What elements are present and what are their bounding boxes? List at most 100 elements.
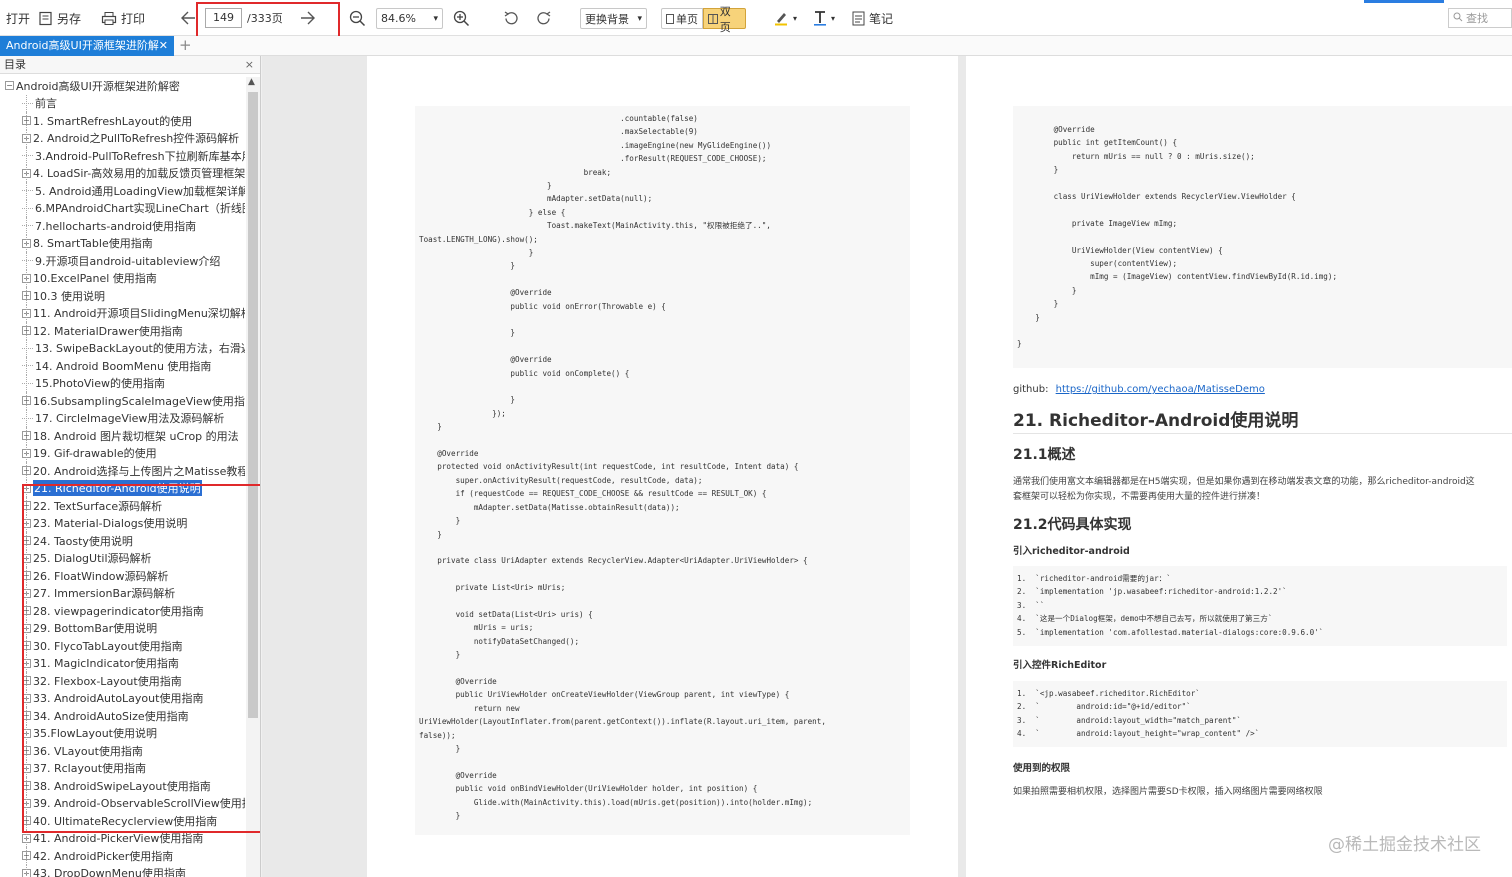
tree-line [26, 602, 27, 620]
toc-item[interactable]: 17. CircleImageView用法及源码解析 [0, 409, 245, 427]
toc-item[interactable]: +25. DialogUtil源码解析 [0, 549, 245, 567]
scroll-up-icon[interactable]: ▲ [248, 77, 255, 87]
toc-item[interactable]: +16.SubsamplingScaleImageView使用指南 [0, 392, 245, 410]
toc-item[interactable]: +20. Android选择与上传图片之Matisse教程 [0, 462, 245, 480]
toc-item[interactable]: 14. Android BoomMenu 使用指南 [0, 357, 245, 375]
toc-item[interactable]: 前言 [0, 94, 245, 112]
toc-item[interactable]: +30. FlycoTabLayout使用指南 [0, 637, 245, 655]
toc-item[interactable]: 5. Android通用LoadingView加载框架详解 [0, 182, 245, 200]
toc-root[interactable]: − Android高级UI开源框架进阶解密 [0, 77, 245, 95]
rotate-left-button[interactable] [503, 0, 520, 36]
toc-item[interactable]: +18. Android 图片裁切框架 uCrop 的用法 [0, 427, 245, 445]
toc-item[interactable]: +22. TextSurface源码解析 [0, 497, 245, 515]
toc-item[interactable]: +34. AndroidAutoSize使用指南 [0, 707, 245, 725]
github-line: github: https://github.com/yechaoa/Matis… [1013, 384, 1265, 395]
toc-item[interactable]: +40. UltimateRecyclerview使用指南 [0, 812, 245, 830]
tree-line [26, 444, 27, 462]
toc-item[interactable]: 3.Android-PullToRefresh下拉刷新库基本用 [0, 147, 245, 165]
toc-item[interactable]: +29. BottomBar使用说明 [0, 619, 245, 637]
close-tab-icon[interactable]: ✕ [159, 36, 168, 56]
zoom-in-button[interactable] [453, 0, 470, 36]
toc-item[interactable]: +27. ImmersionBar源码解析 [0, 584, 245, 602]
toc-item[interactable]: +4. LoadSir-高效易用的加载反馈页管理框架 [0, 164, 245, 182]
toc-item[interactable]: +37. Rclayout使用指南 [0, 759, 245, 777]
toc-item[interactable]: +42. AndroidPicker使用指南 [0, 847, 245, 865]
toc-item[interactable]: +12. MaterialDrawer使用指南 [0, 322, 245, 340]
double-page-button[interactable]: 双页 [703, 5, 746, 34]
toc-item[interactable]: 15.PhotoView的使用指南 [0, 374, 245, 392]
toc-item[interactable]: 6.MPAndroidChart实现LineChart（折线图) [0, 199, 245, 217]
rotate-right-button[interactable] [535, 0, 552, 36]
github-link[interactable]: https://github.com/yechaoa/MatisseDemo [1056, 384, 1265, 395]
code-line: 2. `implementation 'jp.wasabeef:richedit… [1017, 587, 1287, 597]
toc-item[interactable]: 9.开源项目android-uitableview介绍 [0, 252, 245, 270]
code-line: } [419, 328, 516, 338]
toc-item[interactable]: +10.ExcelPanel 使用指南 [0, 269, 245, 287]
code-line: @Override [419, 355, 552, 365]
prev-page-button[interactable] [180, 0, 196, 36]
single-page-button[interactable]: 单页 [661, 8, 703, 29]
toc-item[interactable]: +36. VLayout使用指南 [0, 742, 245, 760]
new-tab-button[interactable]: + [179, 36, 192, 54]
background-label: 更换背景 [585, 12, 629, 26]
toc-item[interactable]: +19. Gif-drawable的使用 [0, 444, 245, 462]
zoom-select[interactable]: 84.6% ▾ [376, 8, 443, 29]
code-line: class UriViewHolder extends RecyclerView… [1017, 192, 1296, 202]
toc-item-label: 3.Android-PullToRefresh下拉刷新库基本用 [35, 149, 245, 163]
tree-line [26, 689, 27, 707]
toc-item[interactable]: +43. DropDownMenu使用指南 [0, 864, 245, 877]
print-button[interactable]: 打印 [101, 0, 145, 36]
collapse-icon[interactable]: − [5, 81, 14, 91]
note-button[interactable]: 笔记 [852, 0, 893, 36]
toc-item[interactable]: +31. MagicIndicator使用指南 [0, 654, 245, 672]
toc-item[interactable]: +28. viewpagerindicator使用指南 [0, 602, 245, 620]
toc-item[interactable]: +2. Android之PullToRefresh控件源码解析 [0, 129, 245, 147]
toc-item[interactable]: +39. Android-ObservableScrollView使用指 [0, 794, 245, 812]
toc-item-label: 18. Android 图片裁切框架 uCrop 的用法 [33, 429, 239, 443]
toc-item[interactable]: +11. Android开源项目SlidingMenu深切解析 [0, 304, 245, 322]
toc-item[interactable]: +38. AndroidSwipeLayout使用指南 [0, 777, 245, 795]
toc-item[interactable]: 13. SwipeBackLayout的使用方法，右滑返回 [0, 339, 245, 357]
text-tool-button[interactable]: ▾ [813, 0, 835, 36]
code-line: } [419, 395, 516, 405]
open-label: 打开 [6, 11, 31, 26]
document-tab[interactable]: Android高级UI开源框架进阶解 ✕ [0, 36, 174, 56]
toc-item[interactable]: +26. FloatWindow源码解析 [0, 567, 245, 585]
save-as-button[interactable]: 另存 [38, 0, 81, 36]
toc-item[interactable]: +41. Android-PickerView使用指南 [0, 829, 245, 847]
toc-item[interactable]: +35.FlowLayout使用说明 [0, 724, 245, 742]
search-input[interactable]: 查找 [1448, 8, 1512, 28]
toc-item-label: 9.开源项目android-uitableview介绍 [35, 254, 221, 268]
toc-item-label: 10.ExcelPanel 使用指南 [33, 272, 157, 286]
toc-item[interactable]: +33. AndroidAutoLayout使用指南 [0, 689, 245, 707]
toc-item[interactable]: +21. Richeditor-Android使用说明 [0, 479, 245, 497]
toc-item-label: 6.MPAndroidChart实现LineChart（折线图) [35, 202, 245, 216]
close-icon[interactable]: × [245, 56, 254, 74]
toc-item[interactable]: +32. Flexbox-Layout使用指南 [0, 672, 245, 690]
code-line: }); [419, 408, 506, 418]
toc-item-label: 5. Android通用LoadingView加载框架详解 [35, 184, 245, 198]
toc-item[interactable]: +23. Material-Dialogs使用说明 [0, 514, 245, 532]
toc-item[interactable]: 7.hellocharts-android使用指南 [0, 217, 245, 235]
tree-line [26, 794, 27, 812]
background-select[interactable]: 更换背景 ▾ [580, 8, 647, 29]
code-line: private class UriAdapter extends Recycle… [419, 556, 808, 566]
tree-line [26, 217, 27, 235]
zoom-out-button[interactable] [349, 0, 366, 36]
toc-item[interactable]: +1. SmartRefreshLayout的使用 [0, 112, 245, 130]
highlighter-button[interactable]: ▾ [773, 0, 797, 36]
code-line: private ImageView mImg; [1017, 218, 1178, 228]
double-page-icon [708, 13, 718, 24]
toc-item[interactable]: +10.3 使用说明 [0, 287, 245, 305]
code-line: 1. `richeditor-android需要的jar：` [1017, 574, 1171, 583]
toc-item-label: 33. AndroidAutoLayout使用指南 [33, 692, 204, 706]
toc-item[interactable]: +8. SmartTable使用指南 [0, 234, 245, 252]
toc-item[interactable]: +24. Taosty使用说明 [0, 532, 245, 550]
toc-item-label: 20. Android选择与上传图片之Matisse教程 [33, 464, 245, 478]
next-page-button[interactable] [300, 0, 316, 36]
page-number-input[interactable]: 149 [205, 8, 242, 28]
toc-scroll-thumb[interactable] [248, 92, 258, 718]
open-button[interactable]: 打开 [6, 0, 30, 36]
code-line: public int getItemCount() { [1017, 138, 1178, 148]
